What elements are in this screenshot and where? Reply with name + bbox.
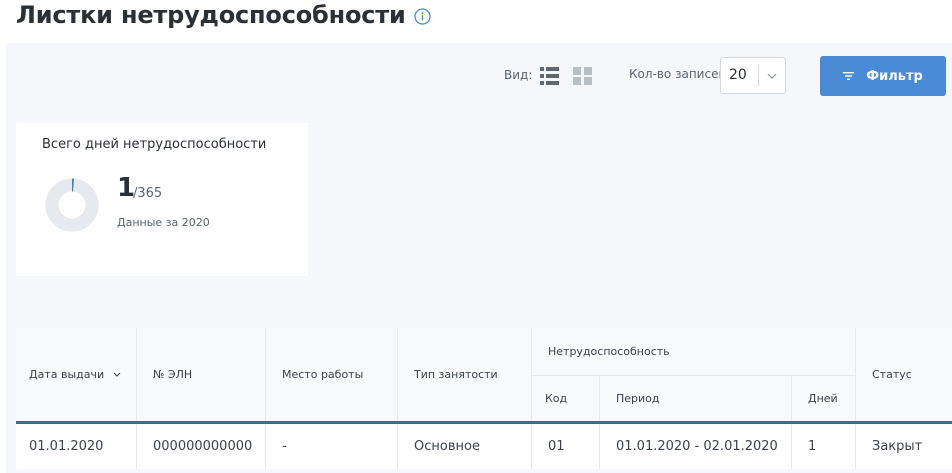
grid-view-icon[interactable] (573, 67, 592, 85)
cell-code: 01 (532, 424, 600, 469)
column-header-status-label: Статус (872, 368, 912, 381)
per-page-value: 20 (721, 65, 760, 86)
filter-button-label: Фильтр (866, 68, 923, 84)
filter-icon (843, 72, 855, 80)
cell-status: Закрыт (856, 424, 952, 469)
column-header-code-label: Код (545, 391, 568, 405)
column-header-disability-group: Нетрудоспособность (532, 328, 856, 375)
column-header-code: Код (532, 375, 600, 421)
per-page-label: Кол-во записей (629, 67, 727, 81)
stat-card-title: Всего дней нетрудоспособности (42, 137, 267, 152)
cell-issue-date: 01.01.2020 (16, 424, 137, 469)
page-header: Листки нетрудоспособности (16, 0, 431, 30)
info-icon[interactable] (413, 8, 431, 25)
column-header-workplace: Место работы (266, 328, 398, 421)
column-header-period-label: Период (616, 391, 660, 405)
sick-days-total: /365 (133, 186, 163, 201)
column-header-eln: № ЭЛН (137, 328, 266, 421)
cell-eln-number: 000000000000 (137, 424, 266, 469)
column-header-days-label: Дней (808, 391, 838, 405)
column-header-period: Период (600, 375, 792, 421)
column-header-disability-group-label: Нетрудоспособность (548, 345, 670, 358)
chevron-down-icon (759, 73, 785, 79)
view-label: Вид: (504, 68, 533, 82)
column-header-employment-type: Тип занятости (398, 328, 532, 421)
page-title: Листки нетрудоспособности (16, 1, 406, 29)
column-header-days: Дней (792, 375, 856, 421)
content-panel: Вид: Кол-во записей 20 Фильтр Всего дней… (6, 43, 952, 473)
column-header-workplace-label: Место работы (282, 368, 364, 381)
filter-button[interactable]: Фильтр (820, 56, 946, 96)
cell-period: 01.01.2020 - 02.01.2020 (600, 424, 792, 469)
sick-leave-table: Дата выдачи № ЭЛН Место работы Тип занят… (16, 328, 952, 473)
sort-chevron-icon (113, 372, 121, 377)
stat-card-subtitle: Данные за 2020 (117, 216, 210, 229)
column-header-issue-date[interactable]: Дата выдачи (16, 328, 137, 421)
column-header-employment-type-label: Тип занятости (414, 368, 498, 381)
list-view-icon[interactable] (540, 67, 559, 85)
column-header-issue-date-label: Дата выдачи (29, 368, 105, 381)
cell-employment-type: Основное (398, 424, 532, 469)
sick-days-donut-chart (45, 178, 99, 232)
cell-days: 1 (792, 424, 856, 469)
header-divider (532, 375, 856, 376)
column-header-status: Статус (856, 328, 952, 421)
column-header-eln-label: № ЭЛН (153, 368, 193, 381)
cell-workplace: - (266, 424, 398, 469)
per-page-select[interactable]: 20 (720, 57, 786, 94)
sick-days-stat-card: Всего дней нетрудоспособности 1 /365 Дан… (16, 123, 308, 276)
